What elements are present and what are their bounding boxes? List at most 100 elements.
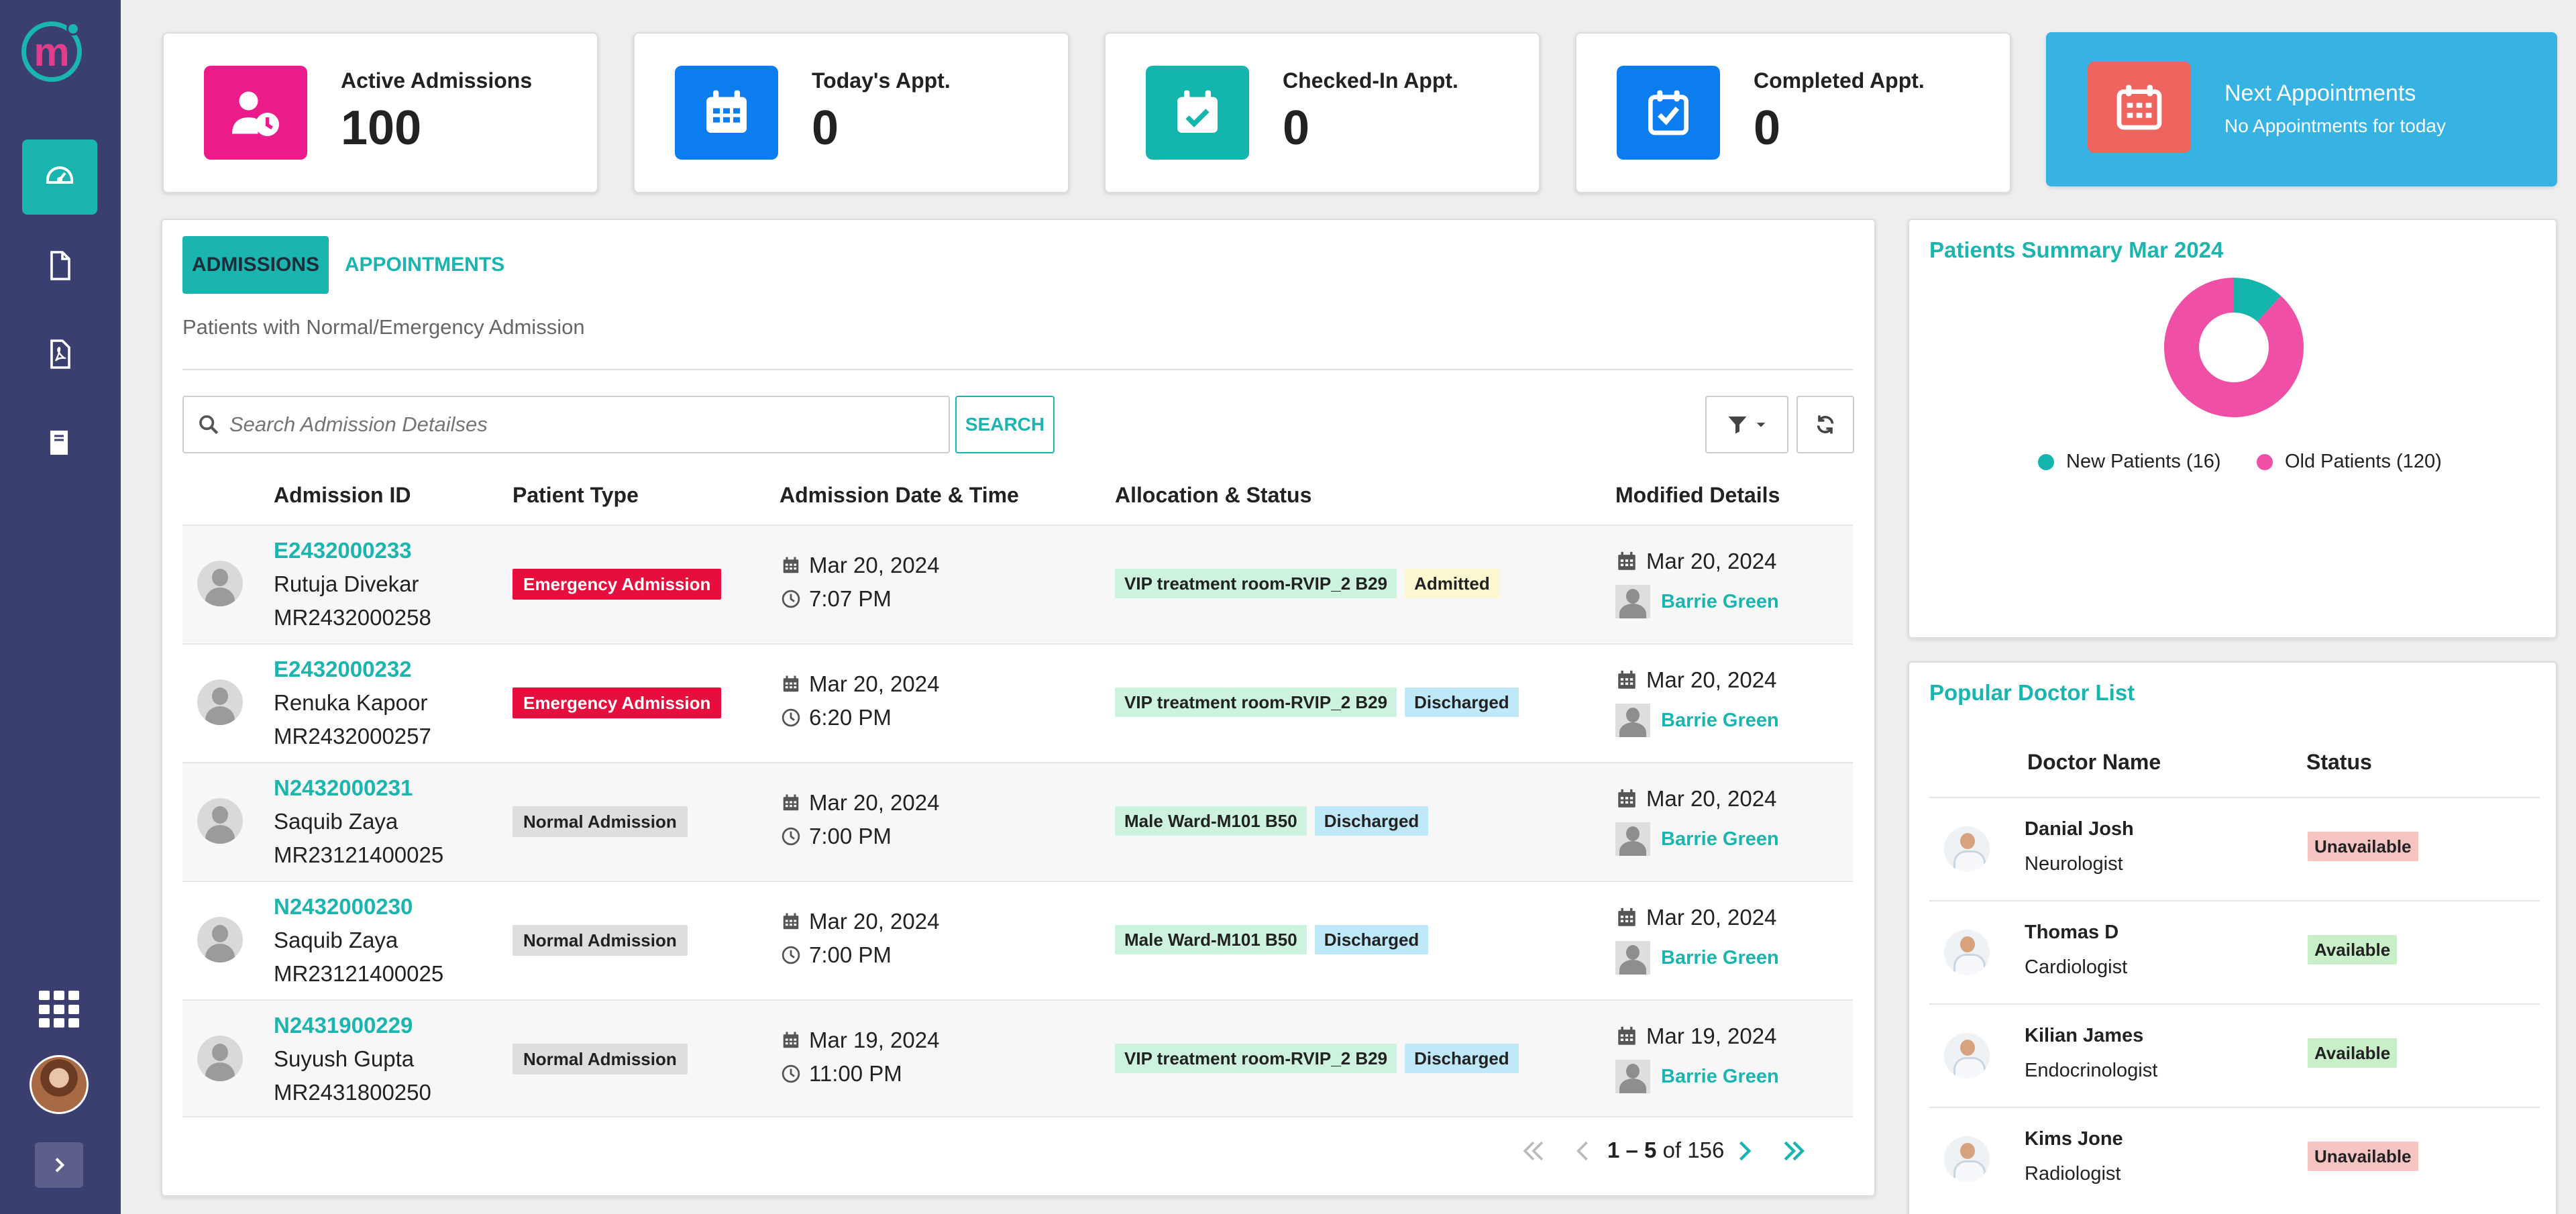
patient-mrn: MR23121400025: [274, 961, 444, 986]
modified-date: Mar 20, 2024: [1615, 786, 1776, 812]
nav-reports[interactable]: [22, 317, 97, 392]
stat-card-completed-appt[interactable]: Completed Appt. 0: [1575, 32, 2011, 193]
legend-dot: [2257, 453, 2273, 470]
modified-by-link[interactable]: Barrie Green: [1661, 947, 1779, 969]
admission-time: 6:20 PM: [781, 705, 892, 730]
modified-date-text: Mar 20, 2024: [1646, 667, 1777, 692]
search-button[interactable]: SEARCH: [955, 396, 1055, 453]
stat-value: 0: [812, 101, 839, 155]
stat-card-active-admissions[interactable]: Active Admissions 100: [162, 32, 598, 193]
patient-mrn: MR2431800250: [274, 1080, 431, 1105]
table-row[interactable]: N2431900229 Suyush Gupta MR2431800250 No…: [182, 999, 1853, 1117]
doctor-name: Danial Josh: [2025, 818, 2134, 840]
modified-by-link[interactable]: Barrie Green: [1661, 710, 1779, 732]
double-chevron-left-icon: [1523, 1141, 1544, 1161]
calendar-icon: [1618, 551, 1635, 570]
tab-admissions[interactable]: ADMISSIONS: [182, 236, 329, 294]
nav-documents[interactable]: [22, 228, 97, 303]
doctor-name: Thomas D: [2025, 922, 2119, 943]
stat-card-checked-in-appt[interactable]: Checked-In Appt. 0: [1104, 32, 1540, 193]
patient-avatar: [197, 798, 243, 844]
admission-id-link[interactable]: E2432000233: [274, 538, 412, 563]
doctor-name: Kims Jone: [2025, 1128, 2123, 1150]
expand-sidebar-button[interactable]: [35, 1142, 83, 1188]
user-avatar: [1615, 585, 1650, 618]
clock-icon: [782, 827, 800, 846]
modified-by-link[interactable]: Barrie Green: [1661, 828, 1779, 850]
admission-date: Mar 19, 2024: [781, 1028, 939, 1053]
next-appointments-card[interactable]: Next Appointments No Appointments for to…: [2046, 32, 2557, 186]
modified-by-link[interactable]: Barrie Green: [1661, 1066, 1779, 1088]
allocation-status: Male Ward-M101 B50 Discharged: [1115, 925, 1429, 954]
user-avatar: [1615, 704, 1650, 737]
allocation-status: Male Ward-M101 B50 Discharged: [1115, 806, 1429, 836]
admission-time: 7:00 PM: [781, 942, 892, 968]
stat-card-todays-appt[interactable]: Today's Appt. 0: [633, 32, 1069, 193]
pagination-total: of 156: [1662, 1138, 1725, 1162]
status-badge: Discharged: [1314, 925, 1429, 954]
stat-label: Completed Appt.: [1754, 68, 1925, 93]
legend-old-patients[interactable]: Old Patients (120): [2257, 451, 2442, 473]
admission-date: Mar 20, 2024: [781, 553, 939, 578]
donut-slice-1[interactable]: [2164, 278, 2304, 417]
doctor-status-badge: Available: [2308, 935, 2398, 964]
admission-id-link[interactable]: N2431900229: [274, 1013, 413, 1038]
doctor-avatar: [1944, 826, 1990, 872]
column-header-admission-id: Admission ID: [274, 483, 411, 507]
admission-time-text: 7:00 PM: [809, 824, 892, 848]
user-avatar[interactable]: [30, 1055, 89, 1114]
room-chip: Male Ward-M101 B50: [1115, 925, 1307, 954]
next-page-button[interactable]: [1729, 1131, 1759, 1171]
table-row[interactable]: N2432000230 Saquib Zaya MR23121400025 No…: [182, 881, 1853, 999]
user-avatar: [1615, 941, 1650, 975]
nav-book[interactable]: [22, 405, 97, 480]
doctor-specialty: Cardiologist: [2025, 956, 2128, 978]
modified-by-link[interactable]: Barrie Green: [1661, 591, 1779, 613]
admission-id-link[interactable]: N2432000230: [274, 894, 413, 920]
admission-id-link[interactable]: N2432000231: [274, 775, 413, 801]
last-page-button[interactable]: [1779, 1131, 1809, 1171]
previous-page-button[interactable]: [1568, 1131, 1598, 1171]
panel-subtitle: Patients with Normal/Emergency Admission: [182, 315, 585, 339]
admission-date: Mar 20, 2024: [781, 671, 939, 697]
stat-value: 0: [1283, 101, 1310, 155]
tab-appointments[interactable]: APPOINTMENTS: [345, 236, 504, 294]
allocation-status: VIP treatment room-RVIP_2 B29 Admitted: [1115, 569, 1499, 598]
calendar-check-icon: [1146, 66, 1249, 160]
filter-button[interactable]: [1705, 396, 1788, 453]
legend-new-patients[interactable]: New Patients (16): [2038, 451, 2221, 473]
app-logo[interactable]: m: [21, 21, 82, 82]
refresh-button[interactable]: [1796, 396, 1854, 453]
popular-doctor-card: Popular Doctor List Doctor Name Status D…: [1908, 661, 2557, 1214]
doctor-row[interactable]: Kims Jone Radiologist Unavailable: [1929, 1107, 2540, 1210]
doctor-row[interactable]: Thomas D Cardiologist Available: [1929, 900, 2540, 1003]
table-row[interactable]: E2432000233 Rutuja Divekar MR2432000258 …: [182, 525, 1853, 643]
search-input[interactable]: [229, 412, 934, 437]
doctor-avatar: [1944, 930, 1990, 975]
doctor-status-badge: Unavailable: [2308, 1142, 2418, 1171]
legend-label: Old Patients (120): [2285, 451, 2442, 472]
patient-avatar: [197, 561, 243, 606]
doctor-row[interactable]: Danial Josh Neurologist Unavailable: [1929, 797, 2540, 900]
book-icon: [50, 431, 68, 455]
table-row[interactable]: N2432000231 Saquib Zaya MR23121400025 No…: [182, 762, 1853, 880]
legend-label: New Patients (16): [2066, 451, 2221, 472]
modified-by: Barrie Green: [1615, 822, 1779, 856]
modified-date-text: Mar 20, 2024: [1646, 786, 1777, 811]
first-page-button[interactable]: [1519, 1131, 1548, 1171]
apps-grid-icon[interactable]: [39, 991, 79, 1028]
modified-date: Mar 20, 2024: [1615, 905, 1776, 930]
doctor-row[interactable]: Kilian James Endocrinologist Available: [1929, 1003, 2540, 1107]
admission-time-text: 6:20 PM: [809, 705, 892, 730]
status-badge: Discharged: [1405, 1044, 1519, 1073]
admission-id-link[interactable]: E2432000232: [274, 657, 412, 682]
room-chip: Male Ward-M101 B50: [1115, 806, 1307, 836]
admission-date-text: Mar 20, 2024: [809, 671, 940, 696]
patients-summary-card: Patients Summary Mar 2024 New Patients (…: [1908, 219, 2557, 639]
patients-summary-title: Patients Summary Mar 2024: [1929, 237, 2224, 262]
search-box[interactable]: [182, 396, 950, 453]
modified-date: Mar 20, 2024: [1615, 667, 1776, 693]
calendar-icon: [1618, 670, 1635, 689]
table-row[interactable]: E2432000232 Renuka Kapoor MR2432000257 E…: [182, 643, 1853, 761]
nav-dashboard[interactable]: [22, 140, 97, 215]
